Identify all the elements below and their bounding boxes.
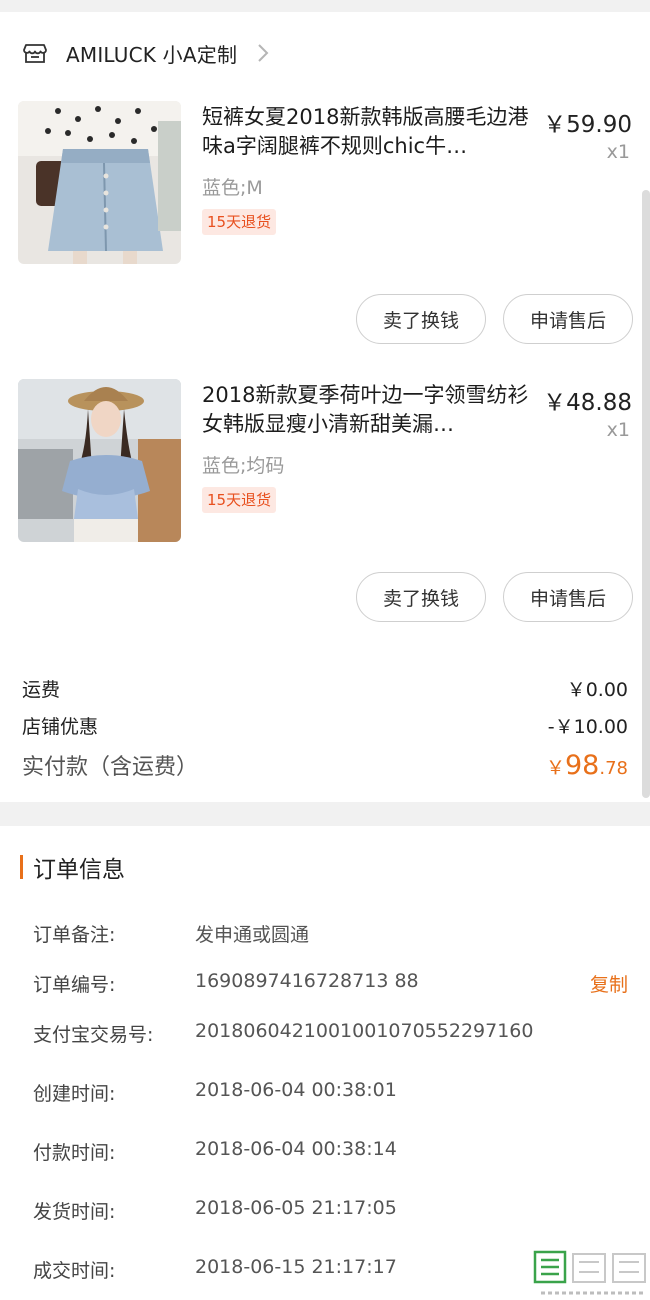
info-value: 2018-06-04 00:38:01 <box>195 1079 397 1101</box>
product-spec: 蓝色;均码 <box>202 455 285 477</box>
created-time-row: 创建时间: 2018-06-04 00:38:01 <box>33 1079 633 1109</box>
sell-for-cash-button[interactable]: 卖了换钱 <box>356 572 486 622</box>
product-image[interactable] <box>18 101 181 264</box>
info-label: 支付宝交易号: <box>33 1024 154 1046</box>
return-policy-badge: 15天退货 <box>202 209 277 235</box>
store-name: AMILUCK 小A定制 <box>66 42 238 67</box>
info-label: 付款时间: <box>33 1142 116 1164</box>
total-row: 实付款（含运费） ￥98.78 <box>22 749 628 781</box>
product-title[interactable]: 2018新款夏季荷叶边一字领雪纺衫女韩版显瘦小清新甜美漏… <box>202 381 542 439</box>
info-value: 2018060421001001070552297160 <box>195 1020 534 1042</box>
return-policy-badge: 15天退货 <box>202 487 277 513</box>
product-quantity: x1 <box>606 141 630 163</box>
shipped-time-row: 发货时间: 2018-06-05 21:17:05 <box>33 1197 633 1227</box>
info-value: 2018-06-05 21:17:05 <box>195 1197 397 1219</box>
store-icon <box>23 44 47 63</box>
after-sales-button[interactable]: 申请售后 <box>503 572 633 622</box>
product-quantity: x1 <box>606 419 630 441</box>
product-price: ￥59.90 <box>543 112 632 138</box>
info-value: 发申通或圆通 <box>195 924 310 946</box>
order-card: AMILUCK 小A定制 短裤女夏2018新款韩版高腰毛边港味a字阔腿裤不规则c… <box>0 12 650 802</box>
discount-row: 店铺优惠 -￥10.00 <box>22 712 628 739</box>
info-label: 订单编号: <box>33 974 116 996</box>
accent-bar <box>20 855 23 879</box>
scrollbar[interactable] <box>642 190 650 798</box>
chevron-right-icon <box>258 44 269 62</box>
product-title[interactable]: 短裤女夏2018新款韩版高腰毛边港味a字阔腿裤不规则chic牛… <box>202 103 542 161</box>
discount-value: -￥10.00 <box>547 716 628 738</box>
order-number-row: 订单编号: 1690897416728713 88 复制 <box>33 970 633 1000</box>
paid-time-row: 付款时间: 2018-06-04 00:38:14 <box>33 1138 633 1168</box>
total-amount: ￥98.78 <box>546 750 628 781</box>
alipay-trade-row: 支付宝交易号: 2018060421001001070552297160 <box>33 1020 633 1050</box>
info-value: 1690897416728713 88 <box>195 970 419 992</box>
order-info-card: 订单信息 订单备注: 发申通或圆通 订单编号: 1690897416728713… <box>0 826 650 1300</box>
shipping-value: ￥0.00 <box>566 679 628 701</box>
shipping-label: 运费 <box>22 679 61 701</box>
order-info-title: 订单信息 <box>33 857 125 883</box>
info-label: 成交时间: <box>33 1260 116 1282</box>
shipping-row: 运费 ￥0.00 <box>22 675 628 702</box>
store-header[interactable]: AMILUCK 小A定制 <box>22 38 269 68</box>
total-currency: ￥ <box>545 757 565 779</box>
product-price: ￥48.88 <box>543 390 632 416</box>
after-sales-button[interactable]: 申请售后 <box>503 294 633 344</box>
order-info-heading: 订单信息 <box>20 852 125 883</box>
discount-label: 店铺优惠 <box>22 716 99 738</box>
product-item[interactable]: 2018新款夏季荷叶边一字领雪纺衫女韩版显瘦小清新甜美漏… ￥48.88 x1 … <box>0 379 650 549</box>
watermark-logo <box>533 1250 650 1300</box>
product-spec: 蓝色;M <box>202 177 263 199</box>
info-value: 2018-06-04 00:38:14 <box>195 1138 397 1160</box>
total-label: 实付款（含运费） <box>22 755 199 780</box>
order-note-row: 订单备注: 发申通或圆通 <box>33 920 633 950</box>
info-label: 发货时间: <box>33 1201 116 1223</box>
product-image[interactable] <box>18 379 181 542</box>
total-integer: 98 <box>565 750 600 781</box>
copy-button[interactable]: 复制 <box>590 970 628 997</box>
total-decimal: .78 <box>599 758 628 779</box>
info-label: 创建时间: <box>33 1083 116 1105</box>
info-label: 订单备注: <box>33 924 116 946</box>
info-value: 2018-06-15 21:17:17 <box>195 1256 397 1278</box>
product-item[interactable]: 短裤女夏2018新款韩版高腰毛边港味a字阔腿裤不规则chic牛… ￥59.90 … <box>0 101 650 271</box>
sell-for-cash-button[interactable]: 卖了换钱 <box>356 294 486 344</box>
